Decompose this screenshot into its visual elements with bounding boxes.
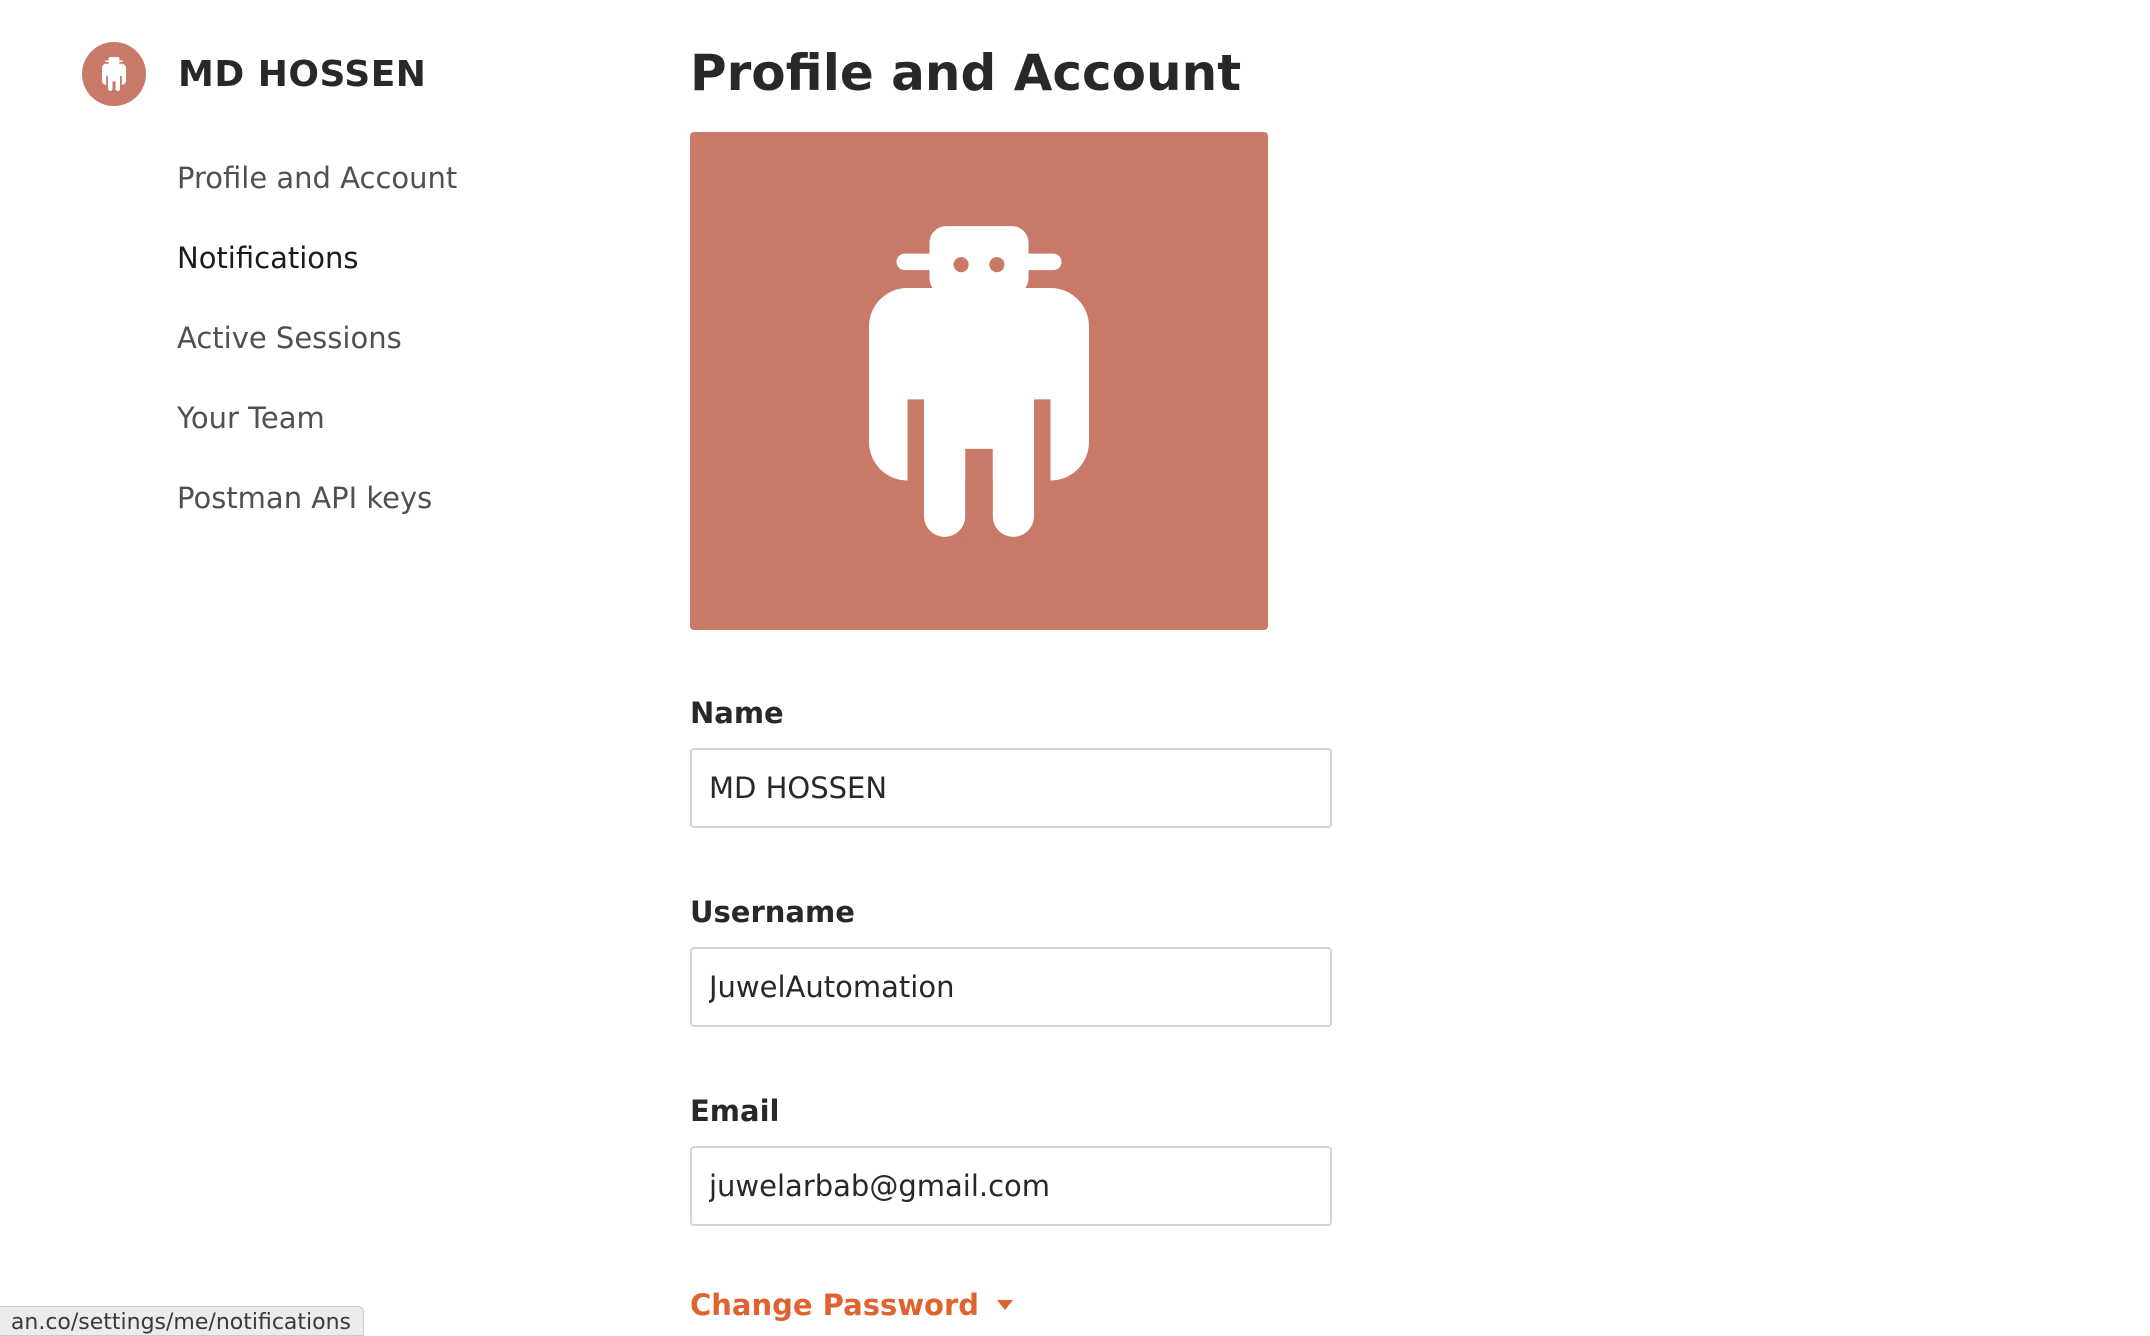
robot-avatar-icon <box>101 57 127 91</box>
email-label: Email <box>690 1094 780 1128</box>
change-password-toggle[interactable]: Change Password <box>690 1288 1014 1322</box>
sidebar-item-your-team[interactable]: Your Team <box>177 392 457 472</box>
sidebar-item-postman-api-keys[interactable]: Postman API keys <box>177 472 457 552</box>
name-label: Name <box>690 696 784 730</box>
change-password-label: Change Password <box>690 1288 980 1322</box>
caret-down-icon <box>997 1300 1014 1310</box>
settings-nav: Profile and Account Notifications Active… <box>177 152 457 552</box>
sidebar-item-active-sessions[interactable]: Active Sessions <box>177 312 457 392</box>
name-field[interactable] <box>690 748 1332 828</box>
user-header: MD HOSSEN <box>82 42 426 106</box>
sidebar-item-notifications[interactable]: Notifications <box>177 232 457 312</box>
email-field[interactable] <box>690 1146 1332 1226</box>
status-url: an.co/settings/me/notifications <box>10 1310 351 1335</box>
username-label: Username <box>690 895 855 929</box>
sidebar: MD HOSSEN Profile and Account Notificati… <box>0 0 640 1332</box>
profile-avatar[interactable] <box>690 132 1268 630</box>
robot-avatar-icon <box>869 225 1089 537</box>
username-field[interactable] <box>690 947 1332 1027</box>
page-title: Profile and Account <box>690 44 1242 102</box>
avatar[interactable] <box>82 42 146 106</box>
user-name: MD HOSSEN <box>178 53 427 95</box>
sidebar-item-profile-and-account[interactable]: Profile and Account <box>177 152 457 232</box>
